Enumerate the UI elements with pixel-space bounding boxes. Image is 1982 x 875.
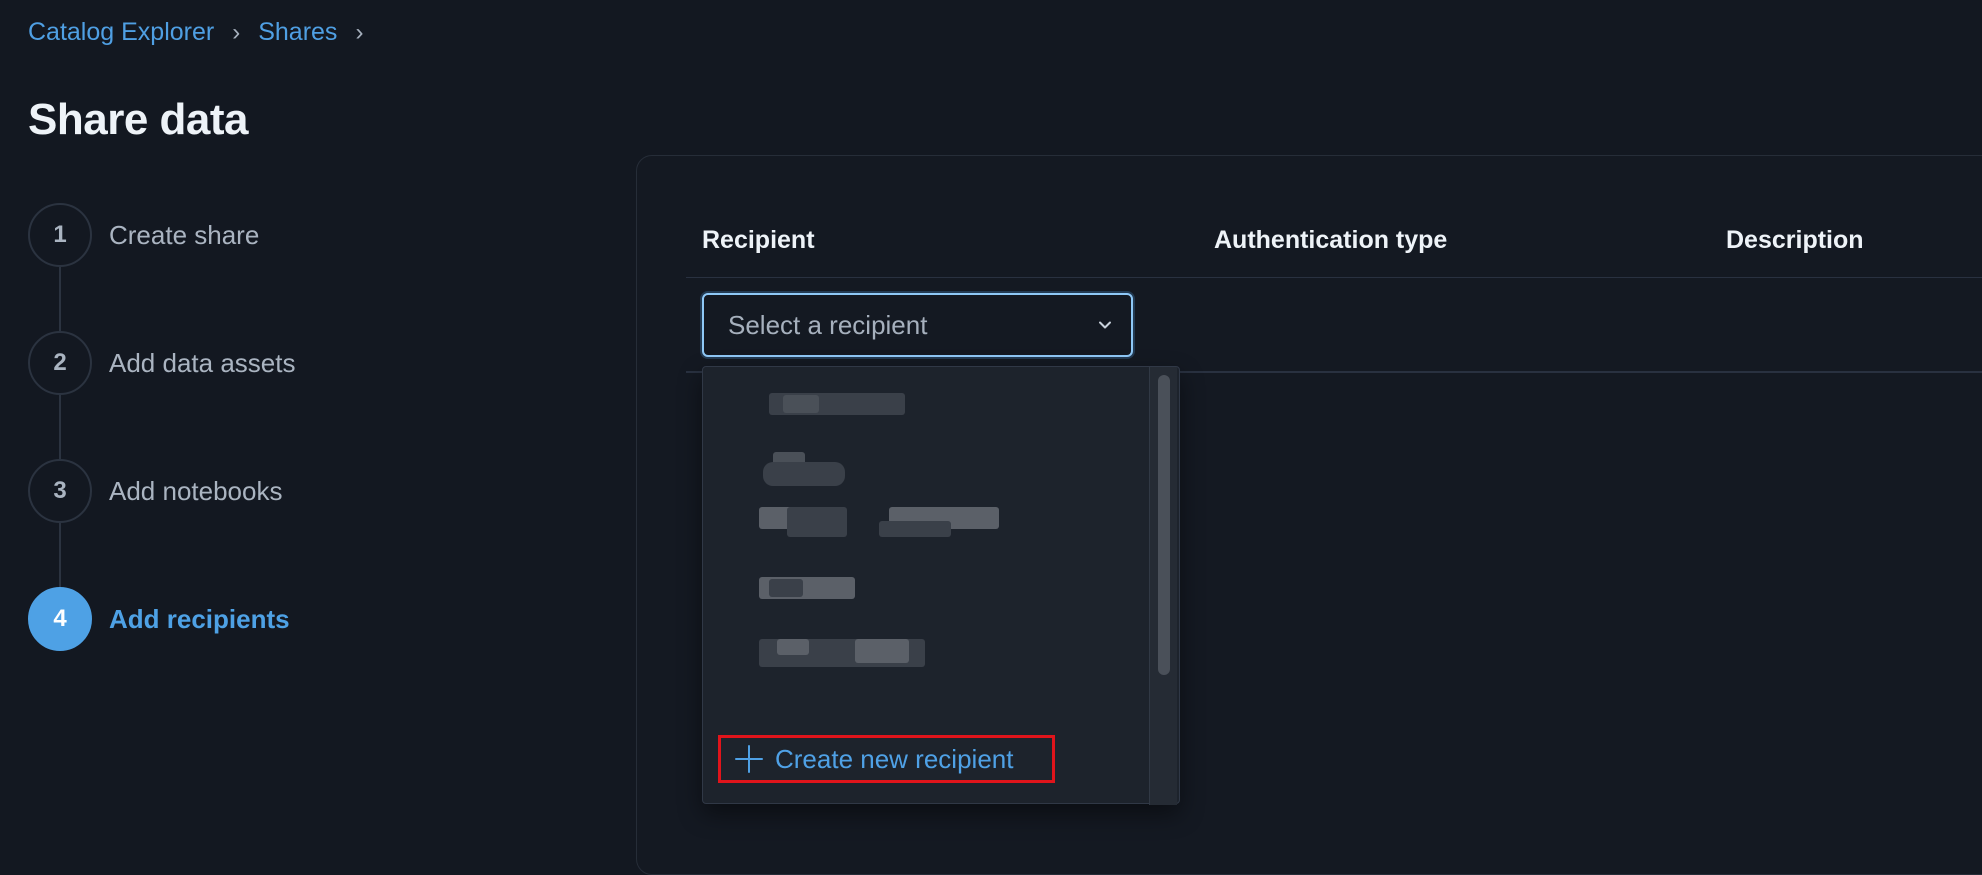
recipient-option-redacted[interactable] [759, 639, 1019, 669]
plus-icon [735, 745, 763, 773]
breadcrumb-item-catalog-explorer[interactable]: Catalog Explorer [28, 18, 214, 47]
column-header-description: Description [1726, 226, 1864, 254]
column-header-authentication-type: Authentication type [1214, 226, 1448, 254]
scrollbar-thumb[interactable] [1158, 375, 1170, 675]
step-create-share[interactable]: 1 Create share [28, 203, 528, 267]
recipient-options-list: Create new recipient [703, 367, 1151, 805]
breadcrumb: Catalog Explorer › Shares › [28, 18, 363, 47]
step-add-recipients[interactable]: 4 Add recipients [28, 587, 528, 651]
recipient-select-placeholder: Select a recipient [728, 309, 928, 340]
step-label: Add data assets [109, 347, 296, 378]
step-add-notebooks[interactable]: 3 Add notebooks [28, 459, 528, 523]
dropdown-scrollbar[interactable] [1149, 367, 1177, 805]
create-new-recipient-button[interactable]: Create new recipient [718, 735, 1055, 783]
step-connector [59, 523, 61, 587]
step-connector [59, 267, 61, 331]
step-number: 1 [28, 203, 92, 267]
stepper: 1 Create share 2 Add data assets 3 Add n… [28, 203, 528, 653]
step-label: Create share [109, 219, 260, 250]
step-number: 3 [28, 459, 92, 523]
recipient-dropdown: Create new recipient [702, 366, 1180, 805]
column-header-recipient: Recipient [702, 226, 815, 254]
step-label: Add notebooks [109, 475, 283, 506]
step-connector [59, 395, 61, 459]
recipient-option-redacted[interactable] [759, 577, 1019, 607]
chevron-down-icon [1099, 321, 1111, 329]
step-number: 4 [28, 587, 92, 651]
recipient-option-redacted[interactable] [759, 393, 1019, 423]
recipient-select[interactable]: Select a recipient [702, 293, 1133, 357]
recipient-option-redacted[interactable] [759, 507, 1019, 537]
create-new-recipient-label: Create new recipient [775, 743, 1014, 774]
chevron-right-icon: › [355, 18, 364, 46]
table-header: Recipient Authentication type Descriptio… [686, 210, 1982, 278]
recipient-option-redacted[interactable] [759, 452, 1019, 486]
breadcrumb-item-shares[interactable]: Shares [258, 18, 337, 47]
step-label: Add recipients [109, 603, 290, 634]
page-title: Share data [28, 95, 248, 145]
step-number: 2 [28, 331, 92, 395]
step-add-data-assets[interactable]: 2 Add data assets [28, 331, 528, 395]
chevron-right-icon: › [232, 18, 241, 46]
